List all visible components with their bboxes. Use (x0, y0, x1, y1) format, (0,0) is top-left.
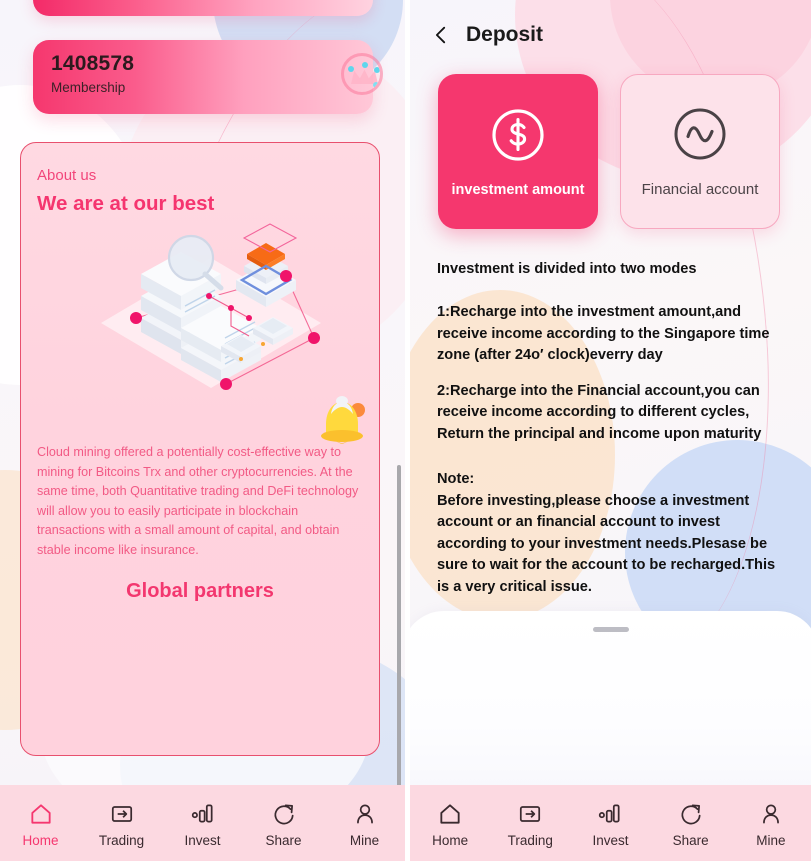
membership-number: 1408578 (51, 52, 135, 75)
info-note-body: Before investing,please choose a investm… (437, 492, 776, 595)
nav-item-mine[interactable]: Mine (736, 801, 806, 849)
wallet-icon (111, 806, 132, 822)
nav-label: Trading (98, 833, 145, 848)
deposit-mode-selector: investment amount Financial account (438, 74, 780, 229)
isometric-server-analytics-illustration (81, 218, 341, 398)
nav-label: Invest (184, 833, 221, 848)
right-phone-screen: Deposit investment amount Financial acco… (410, 0, 811, 861)
nav-item-home[interactable]: Home (415, 801, 485, 849)
about-us-card: About us We are at our best Cloud mining… (20, 142, 380, 756)
nav-label: Invest (592, 833, 629, 848)
bottom-navigation-left: Home Trading Invest Share Mine (0, 785, 405, 861)
nav-item-share[interactable]: Share (656, 801, 726, 849)
nav-label: Mine (349, 833, 380, 848)
about-title: We are at our best (37, 192, 215, 215)
about-body-text: Cloud mining offered a potentially cost-… (37, 445, 359, 557)
home-icon (440, 804, 460, 824)
mode-label: Financial account (641, 181, 759, 198)
nav-item-home[interactable]: Home (6, 801, 76, 849)
left-phone-screen: 1408578 Membership About us We are at ou… (0, 0, 405, 861)
bottom-navigation-right: Home Trading Invest Share Mine (410, 785, 811, 861)
nav-item-invest[interactable]: Invest (575, 801, 645, 849)
crown-icon (341, 53, 383, 95)
share-arrow-icon (681, 804, 701, 825)
nav-label: Mine (756, 833, 786, 848)
mode-label: investment amount (451, 181, 585, 198)
person-icon (762, 804, 779, 824)
about-kicker: About us (37, 167, 97, 184)
info-note-label: Note: (437, 471, 475, 487)
nav-label: Trading (507, 833, 553, 848)
nav-item-share[interactable]: Share (249, 801, 319, 849)
info-mode-2: 2:Recharge into the Financial account,yo… (437, 382, 762, 442)
mode-card-financial-account[interactable]: Financial account (620, 74, 780, 229)
dollar-circle-icon (492, 108, 544, 161)
bottom-sheet (410, 611, 811, 801)
nav-label: Home (432, 833, 469, 848)
bar-chart-icon (599, 804, 621, 823)
home-icon (30, 804, 51, 824)
share-arrow-icon (274, 804, 294, 825)
dual-phone-screenshot: 1408578 Membership About us We are at ou… (0, 0, 811, 861)
membership-label: Membership (51, 80, 126, 95)
nav-item-invest[interactable]: Invest (168, 801, 238, 849)
nav-item-mine[interactable]: Mine (330, 801, 400, 849)
wallet-icon (520, 806, 541, 822)
nav-item-trading[interactable]: Trading (495, 801, 565, 849)
nav-item-trading[interactable]: Trading (87, 801, 157, 849)
crown-dot (373, 82, 379, 88)
chevron-left-icon (435, 26, 446, 44)
bar-chart-icon (191, 804, 213, 823)
mode-card-investment-amount[interactable]: investment amount (438, 74, 598, 229)
crown-dot (362, 62, 368, 68)
investment-info-block: Investment is divided into two modes 1:R… (437, 258, 782, 598)
wave-circle-icon (674, 108, 726, 160)
crown-dot (374, 67, 380, 73)
partial-card-above[interactable] (33, 0, 373, 16)
info-mode-1: 1:Recharge into the investment amount,an… (437, 304, 770, 363)
crown-dot (348, 66, 354, 72)
membership-card[interactable]: 1408578 Membership (33, 40, 373, 114)
nav-label: Home (22, 833, 59, 848)
page-title: Deposit (466, 23, 544, 46)
global-partners-heading: Global partners (126, 580, 274, 602)
vertical-scrollbar[interactable] (397, 465, 401, 790)
nav-label: Share (265, 833, 302, 848)
back-button[interactable] (426, 20, 456, 50)
info-heading: Investment is divided into two modes (437, 261, 697, 277)
drag-handle[interactable] (592, 627, 629, 632)
nav-label: Share (672, 833, 709, 848)
page-header: Deposit (410, 0, 811, 70)
person-icon (356, 804, 373, 824)
